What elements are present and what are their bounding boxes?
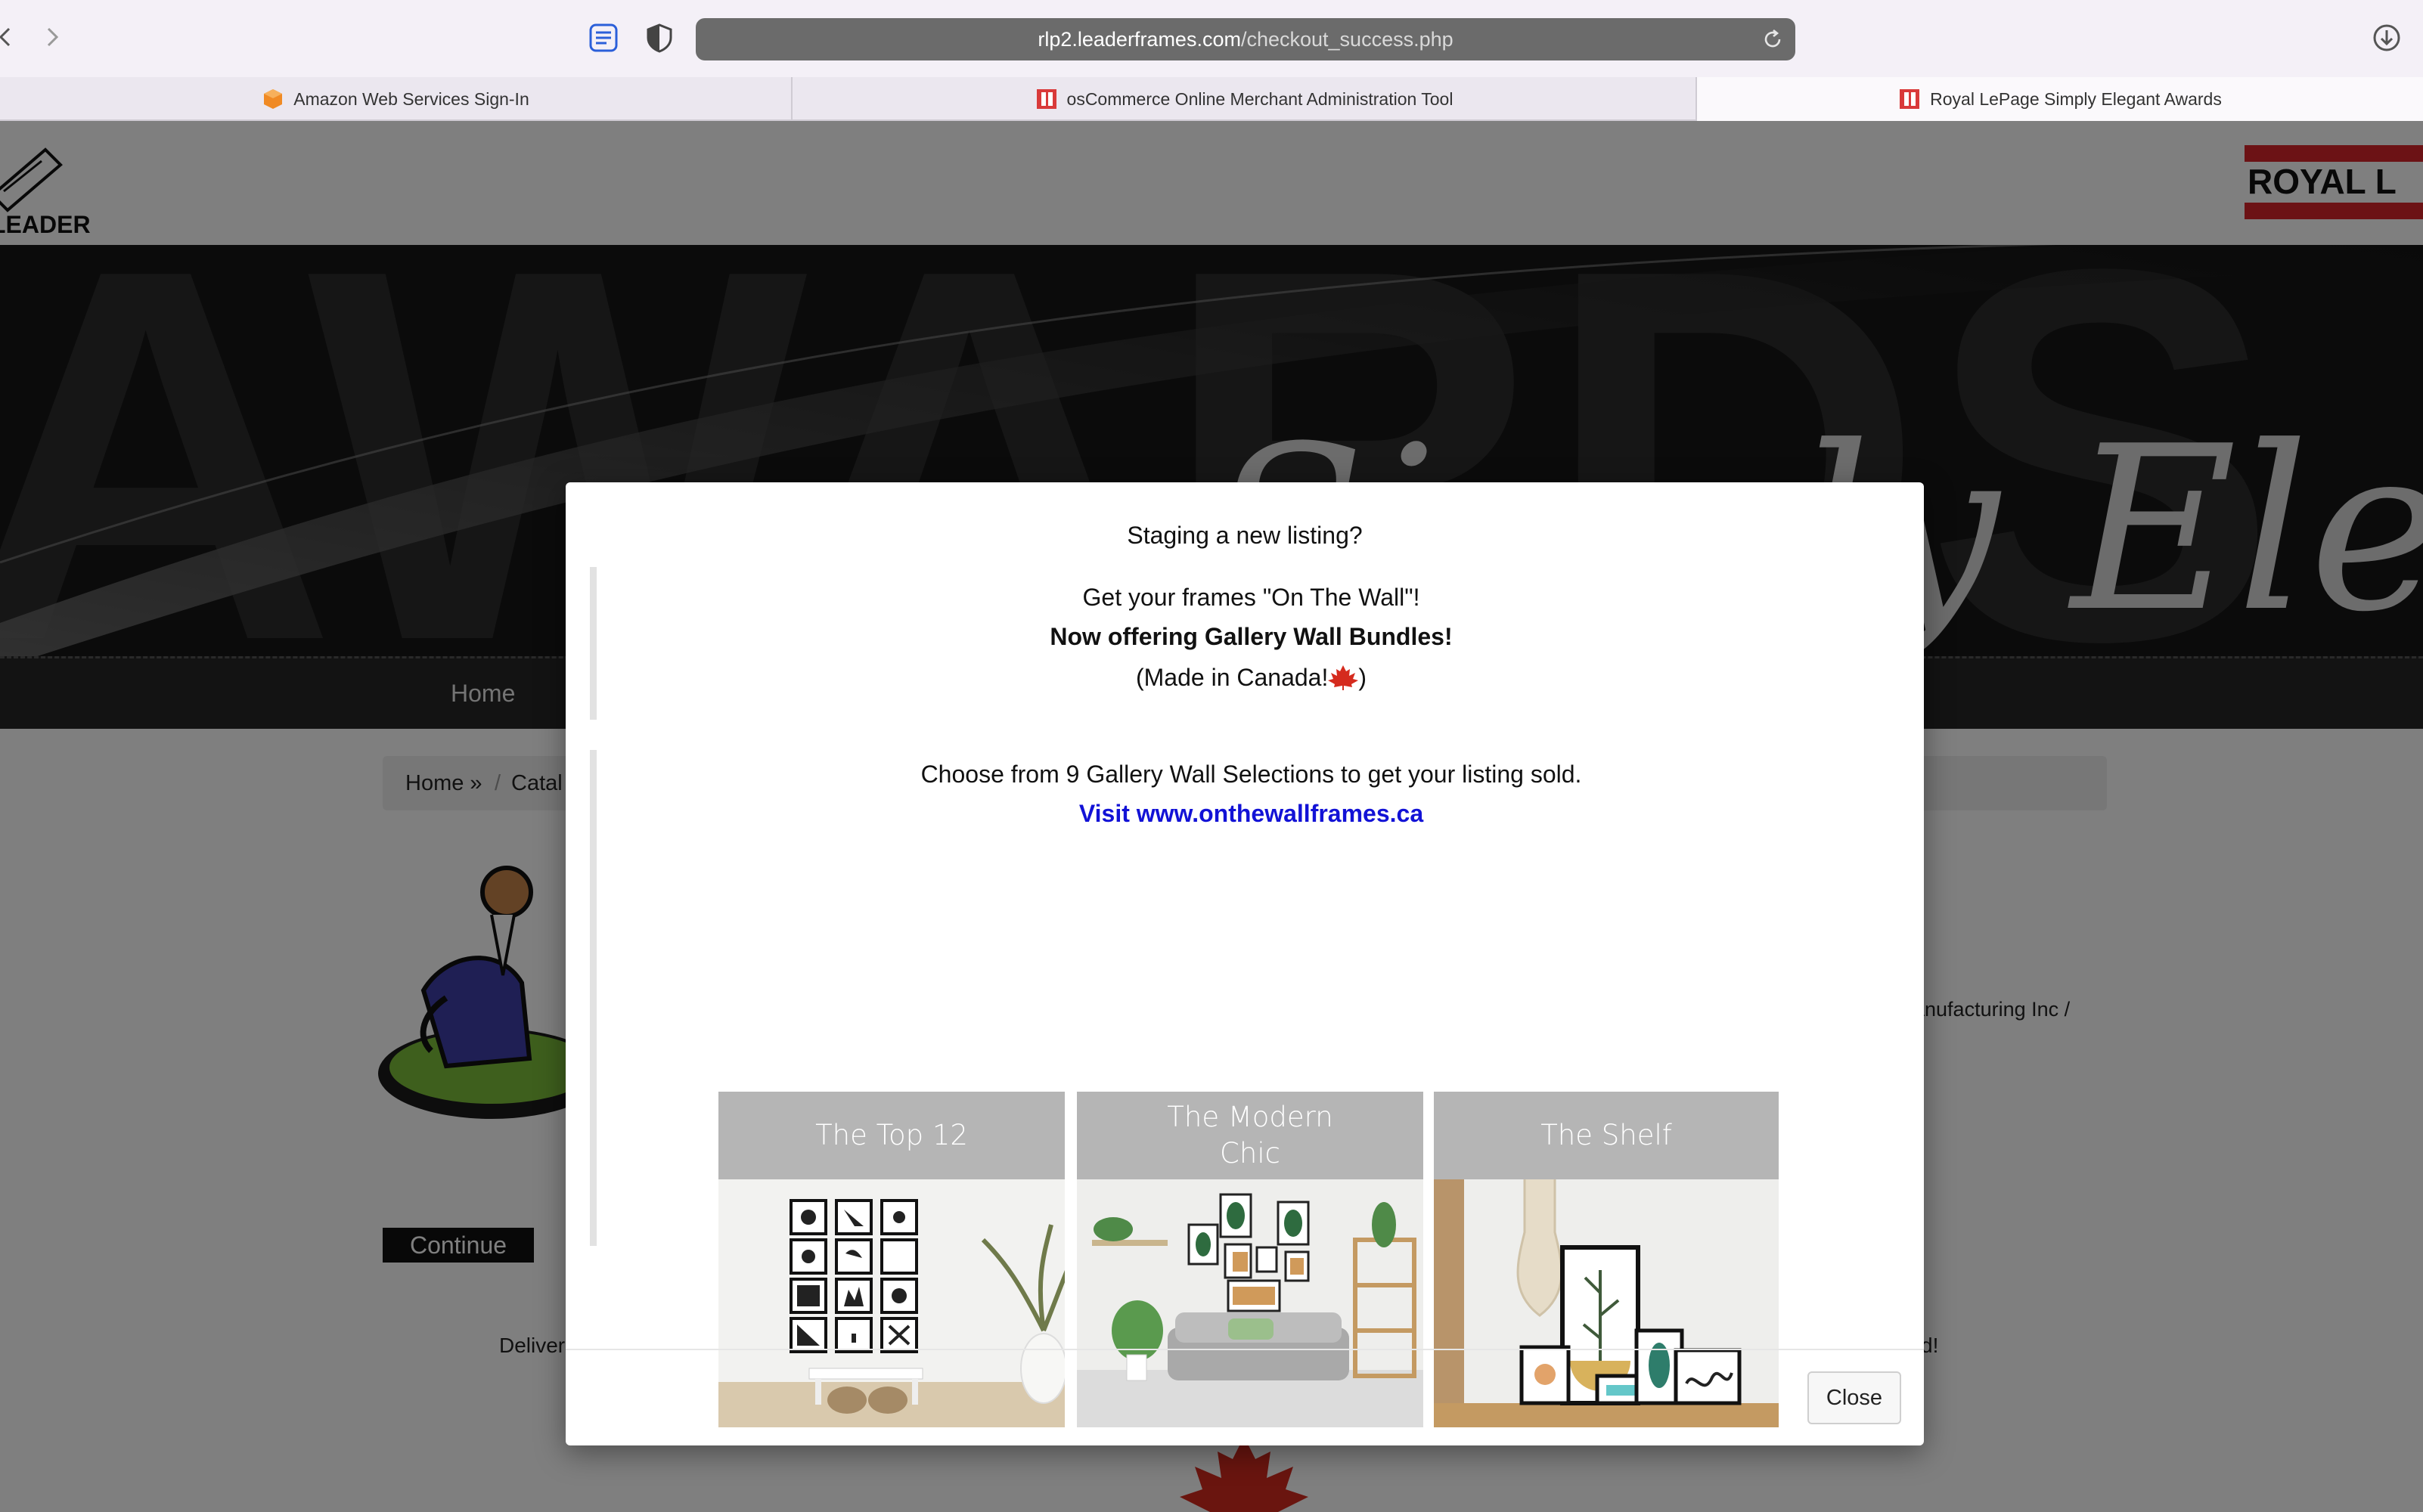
visit-link-row: Visit www.onthewallframes.ca — [597, 800, 1906, 828]
url-path: /checkout_success.php — [1240, 27, 1453, 51]
choose-text: Choose from 9 Gallery Wall Selections to… — [920, 761, 1582, 788]
promo-modal: Staging a new listing? Get your frames "… — [566, 482, 1924, 1445]
tab-oscommerce[interactable]: osCommerce Online Merchant Administratio… — [793, 77, 1697, 121]
visit-link[interactable]: Visit www.onthewallframes.ca — [1079, 800, 1423, 827]
download-icon[interactable] — [2372, 23, 2402, 53]
promo-line-1: Get your frames "On The Wall"! — [1082, 584, 1420, 611]
modal-footer-divider — [566, 1349, 1924, 1350]
gallery-image-modern-chic — [1077, 1179, 1423, 1427]
gallery-title: The Top 12 — [718, 1092, 1065, 1179]
chevron-left-icon — [0, 27, 11, 47]
gallery-title: The Modern Chic — [1077, 1092, 1423, 1179]
forward-button[interactable] — [35, 20, 70, 54]
url-host: rlp2.leaderframes.com — [1038, 27, 1241, 51]
tab-royal-lepage[interactable]: Royal LePage Simply Elegant Awards — [1697, 77, 2423, 121]
shield-icon[interactable] — [644, 23, 675, 53]
made-in-canada-text: (Made in Canada! — [1135, 664, 1329, 691]
tab-aws[interactable]: Amazon Web Services Sign-In — [0, 77, 793, 121]
close-button[interactable]: Close — [1807, 1371, 1901, 1424]
gallery-card-top-12[interactable]: The Top 12 — [718, 1092, 1065, 1427]
gallery-image-top-12 — [718, 1179, 1065, 1427]
promo-blockquote: Get your frames "On The Wall"! Now offer… — [590, 567, 1906, 720]
tab-label: osCommerce Online Merchant Administratio… — [1066, 88, 1453, 109]
leaderframes-favicon-icon — [1036, 89, 1056, 109]
gallery-card-modern-chic[interactable]: The Modern Chic — [1077, 1092, 1423, 1427]
browser-toolbar: rlp2.leaderframes.com/checkout_success.p… — [0, 0, 2423, 77]
modal-title: Staging a new listing? — [1127, 522, 1363, 549]
reload-icon[interactable] — [1761, 27, 1785, 51]
back-button[interactable] — [0, 20, 23, 54]
made-in-canada-close: ) — [1358, 664, 1367, 691]
chevron-right-icon — [47, 27, 59, 47]
promo-line-3: (Made in Canada!) — [597, 664, 1906, 692]
leaderframes-favicon-icon — [1900, 89, 1920, 109]
tab-bar: Amazon Web Services Sign-In osCommerce O… — [0, 77, 2423, 121]
aws-cube-icon — [264, 89, 283, 109]
address-bar[interactable]: rlp2.leaderframes.com/checkout_success.p… — [696, 18, 1795, 60]
tab-label: Amazon Web Services Sign-In — [293, 88, 529, 109]
promo-line-2: Now offering Gallery Wall Bundles! — [597, 623, 1906, 651]
promo-bold-text: Now offering Gallery Wall Bundles! — [1050, 623, 1453, 650]
gallery-title: The Shelf — [1434, 1092, 1779, 1179]
tab-label: Royal LePage Simply Elegant Awards — [1930, 88, 2222, 109]
maple-leaf-icon — [1328, 665, 1359, 690]
gallery-card-the-shelf[interactable]: The Shelf — [1434, 1092, 1779, 1427]
reader-extension-icon[interactable] — [588, 23, 619, 53]
gallery-image-the-shelf — [1434, 1179, 1779, 1427]
